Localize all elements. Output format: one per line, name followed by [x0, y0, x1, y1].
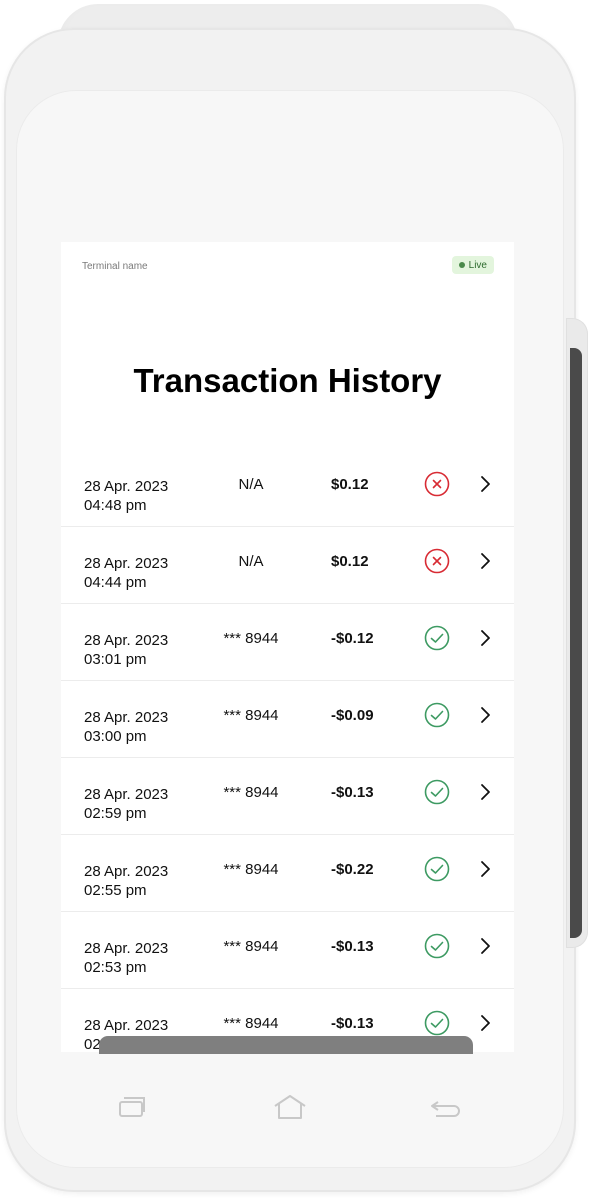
- transaction-date: 28 Apr. 2023: [84, 863, 169, 880]
- transaction-row[interactable]: 28 Apr. 2023 04:48 pm N/A $0.12: [61, 450, 514, 527]
- transaction-datetime: 28 Apr. 2023 04:44 pm: [84, 554, 168, 592]
- transaction-time: 04:48 pm: [84, 497, 147, 514]
- transaction-card: *** 8944: [223, 938, 279, 955]
- transaction-card: *** 8944: [223, 861, 279, 878]
- check-circle-icon: [424, 1010, 450, 1036]
- transaction-time: 02:59 pm: [84, 805, 147, 822]
- check-circle-icon: [424, 625, 450, 651]
- live-status-badge: Live: [451, 256, 494, 274]
- transaction-time: 02:55 pm: [84, 882, 147, 899]
- chevron-right-icon[interactable]: [479, 705, 493, 725]
- transaction-row[interactable]: 28 Apr. 2023 02:53 pm *** 8944 -$0.13: [61, 912, 514, 989]
- transaction-time: 02:53 pm: [84, 959, 147, 976]
- page-title: Transaction History: [133, 362, 442, 399]
- transaction-datetime: 28 Apr. 2023 02:55 pm: [84, 862, 168, 900]
- transaction-date: 28 Apr. 2023: [84, 786, 169, 803]
- transaction-amount: $0.12: [331, 553, 369, 570]
- chevron-right-icon[interactable]: [479, 474, 493, 494]
- transaction-row[interactable]: 28 Apr. 2023 03:00 pm *** 8944 -$0.09: [61, 681, 514, 758]
- terminal-screen: Terminal name Live Transaction History 2…: [61, 242, 514, 1052]
- live-dot-icon: [458, 262, 465, 268]
- transaction-row[interactable]: 28 Apr. 2023 02:55 pm *** 8944 -$0.22: [61, 835, 514, 912]
- recent-apps-icon[interactable]: [112, 1092, 150, 1122]
- transaction-list: 28 Apr. 2023 04:48 pm N/A $0.12 28 Apr. 2023…: [61, 450, 514, 1052]
- transaction-time: 04:44 pm: [84, 574, 147, 591]
- back-icon[interactable]: [426, 1092, 464, 1122]
- transaction-amount: -$0.09: [331, 707, 374, 724]
- transaction-date: 28 Apr. 2023: [84, 709, 169, 726]
- transaction-date: 28 Apr. 2023: [84, 478, 169, 495]
- chevron-right-icon[interactable]: [479, 782, 493, 802]
- transaction-card: *** 8944: [223, 707, 279, 724]
- transaction-time: 03:00 pm: [84, 728, 147, 745]
- x-circle-icon: [424, 548, 450, 574]
- chevron-right-icon[interactable]: [479, 551, 493, 571]
- scrollbar[interactable]: [99, 1036, 473, 1054]
- transaction-card: N/A: [238, 553, 264, 570]
- transaction-amount: -$0.12: [331, 630, 374, 647]
- transaction-card: *** 8944: [223, 630, 279, 647]
- transaction-amount: -$0.13: [331, 938, 374, 955]
- x-circle-icon: [424, 471, 450, 497]
- transaction-card: *** 8944: [223, 1015, 279, 1032]
- side-card-slot-inner: [570, 348, 582, 938]
- transaction-time: 03:01 pm: [84, 651, 147, 668]
- check-circle-icon: [424, 702, 450, 728]
- transaction-row[interactable]: 28 Apr. 2023 04:44 pm N/A $0.12: [61, 527, 514, 604]
- transaction-row[interactable]: 28 Apr. 2023 02:59 pm *** 8944 -$0.13: [61, 758, 514, 835]
- transaction-datetime: 28 Apr. 2023 02:59 pm: [84, 785, 168, 823]
- transaction-amount: $0.12: [331, 476, 369, 493]
- transaction-datetime: 28 Apr. 2023 03:01 pm: [84, 631, 168, 669]
- home-icon[interactable]: [271, 1092, 309, 1122]
- transaction-card: *** 8944: [223, 784, 279, 801]
- chevron-right-icon[interactable]: [479, 628, 493, 648]
- transaction-date: 28 Apr. 2023: [84, 940, 169, 957]
- chevron-right-icon[interactable]: [479, 936, 493, 956]
- check-circle-icon: [424, 933, 450, 959]
- transaction-datetime: 28 Apr. 2023 04:48 pm: [84, 477, 168, 515]
- transaction-amount: -$0.13: [331, 784, 374, 801]
- transaction-amount: -$0.13: [331, 1015, 374, 1032]
- chevron-right-icon[interactable]: [479, 859, 493, 879]
- live-label: Live: [468, 259, 487, 271]
- transaction-date: 28 Apr. 2023: [84, 555, 169, 572]
- transaction-amount: -$0.22: [331, 861, 374, 878]
- transaction-row[interactable]: 28 Apr. 2023 03:01 pm *** 8944 -$0.12: [61, 604, 514, 681]
- terminal-name-label: Terminal name: [82, 261, 148, 272]
- transaction-date: 28 Apr. 2023: [84, 1017, 169, 1034]
- transaction-datetime: 28 Apr. 2023 03:00 pm: [84, 708, 168, 746]
- check-circle-icon: [424, 779, 450, 805]
- pos-terminal-device: Terminal name Live Transaction History 2…: [0, 0, 600, 1200]
- check-circle-icon: [424, 856, 450, 882]
- transaction-date: 28 Apr. 2023: [84, 632, 169, 649]
- chevron-right-icon[interactable]: [479, 1013, 493, 1033]
- transaction-datetime: 28 Apr. 2023 02:53 pm: [84, 939, 168, 977]
- transaction-card: N/A: [238, 476, 264, 493]
